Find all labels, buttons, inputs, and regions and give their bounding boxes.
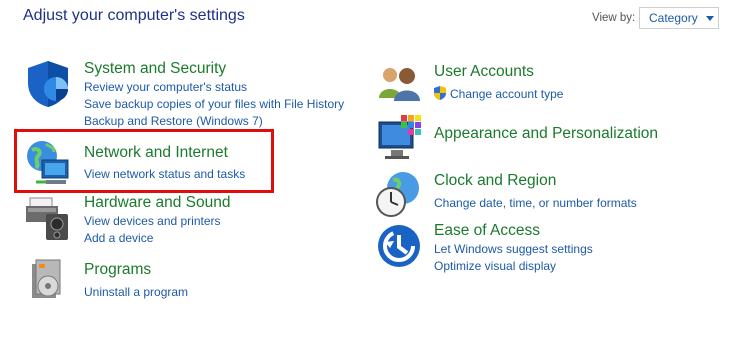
view-by-label: View by: (592, 12, 636, 24)
clock-region-title[interactable]: Clock and Region (434, 172, 556, 190)
shield-icon[interactable] (24, 59, 72, 109)
view-by-dropdown[interactable]: Category (639, 7, 719, 29)
user-accounts-icon[interactable] (377, 64, 423, 102)
windows-suggest-settings-link[interactable]: Let Windows suggest settings (434, 242, 593, 256)
add-device-link[interactable]: Add a device (84, 231, 153, 245)
backup-restore-link[interactable]: Backup and Restore (Windows 7) (84, 114, 263, 128)
programs-title[interactable]: Programs (84, 261, 151, 279)
hardware-sound-title[interactable]: Hardware and Sound (84, 194, 231, 212)
highlight-box (14, 129, 274, 193)
change-date-formats-link[interactable]: Change date, time, or number formats (434, 196, 637, 210)
ease-of-access-icon[interactable] (376, 223, 422, 269)
clock-globe-icon[interactable] (375, 170, 423, 218)
programs-icon[interactable] (26, 258, 72, 304)
view-by-value: Category (649, 11, 698, 25)
chevron-down-icon (705, 15, 714, 21)
uninstall-program-link[interactable]: Uninstall a program (84, 285, 188, 299)
change-account-type-link[interactable]: Change account type (450, 87, 563, 101)
printer-speaker-icon[interactable] (24, 194, 74, 242)
uac-shield-icon (434, 86, 446, 100)
file-history-link[interactable]: Save backup copies of your files with Fi… (84, 97, 344, 111)
devices-printers-link[interactable]: View devices and printers (84, 214, 221, 228)
page-title: Adjust your computer's settings (23, 7, 245, 24)
ease-of-access-title[interactable]: Ease of Access (434, 222, 540, 240)
system-security-title[interactable]: System and Security (84, 60, 226, 78)
optimize-visual-display-link[interactable]: Optimize visual display (434, 259, 556, 273)
review-status-link[interactable]: Review your computer's status (84, 80, 247, 94)
user-accounts-title[interactable]: User Accounts (434, 63, 534, 81)
appearance-monitor-icon[interactable] (377, 114, 427, 162)
appearance-personalization-title[interactable]: Appearance and Personalization (434, 125, 658, 143)
